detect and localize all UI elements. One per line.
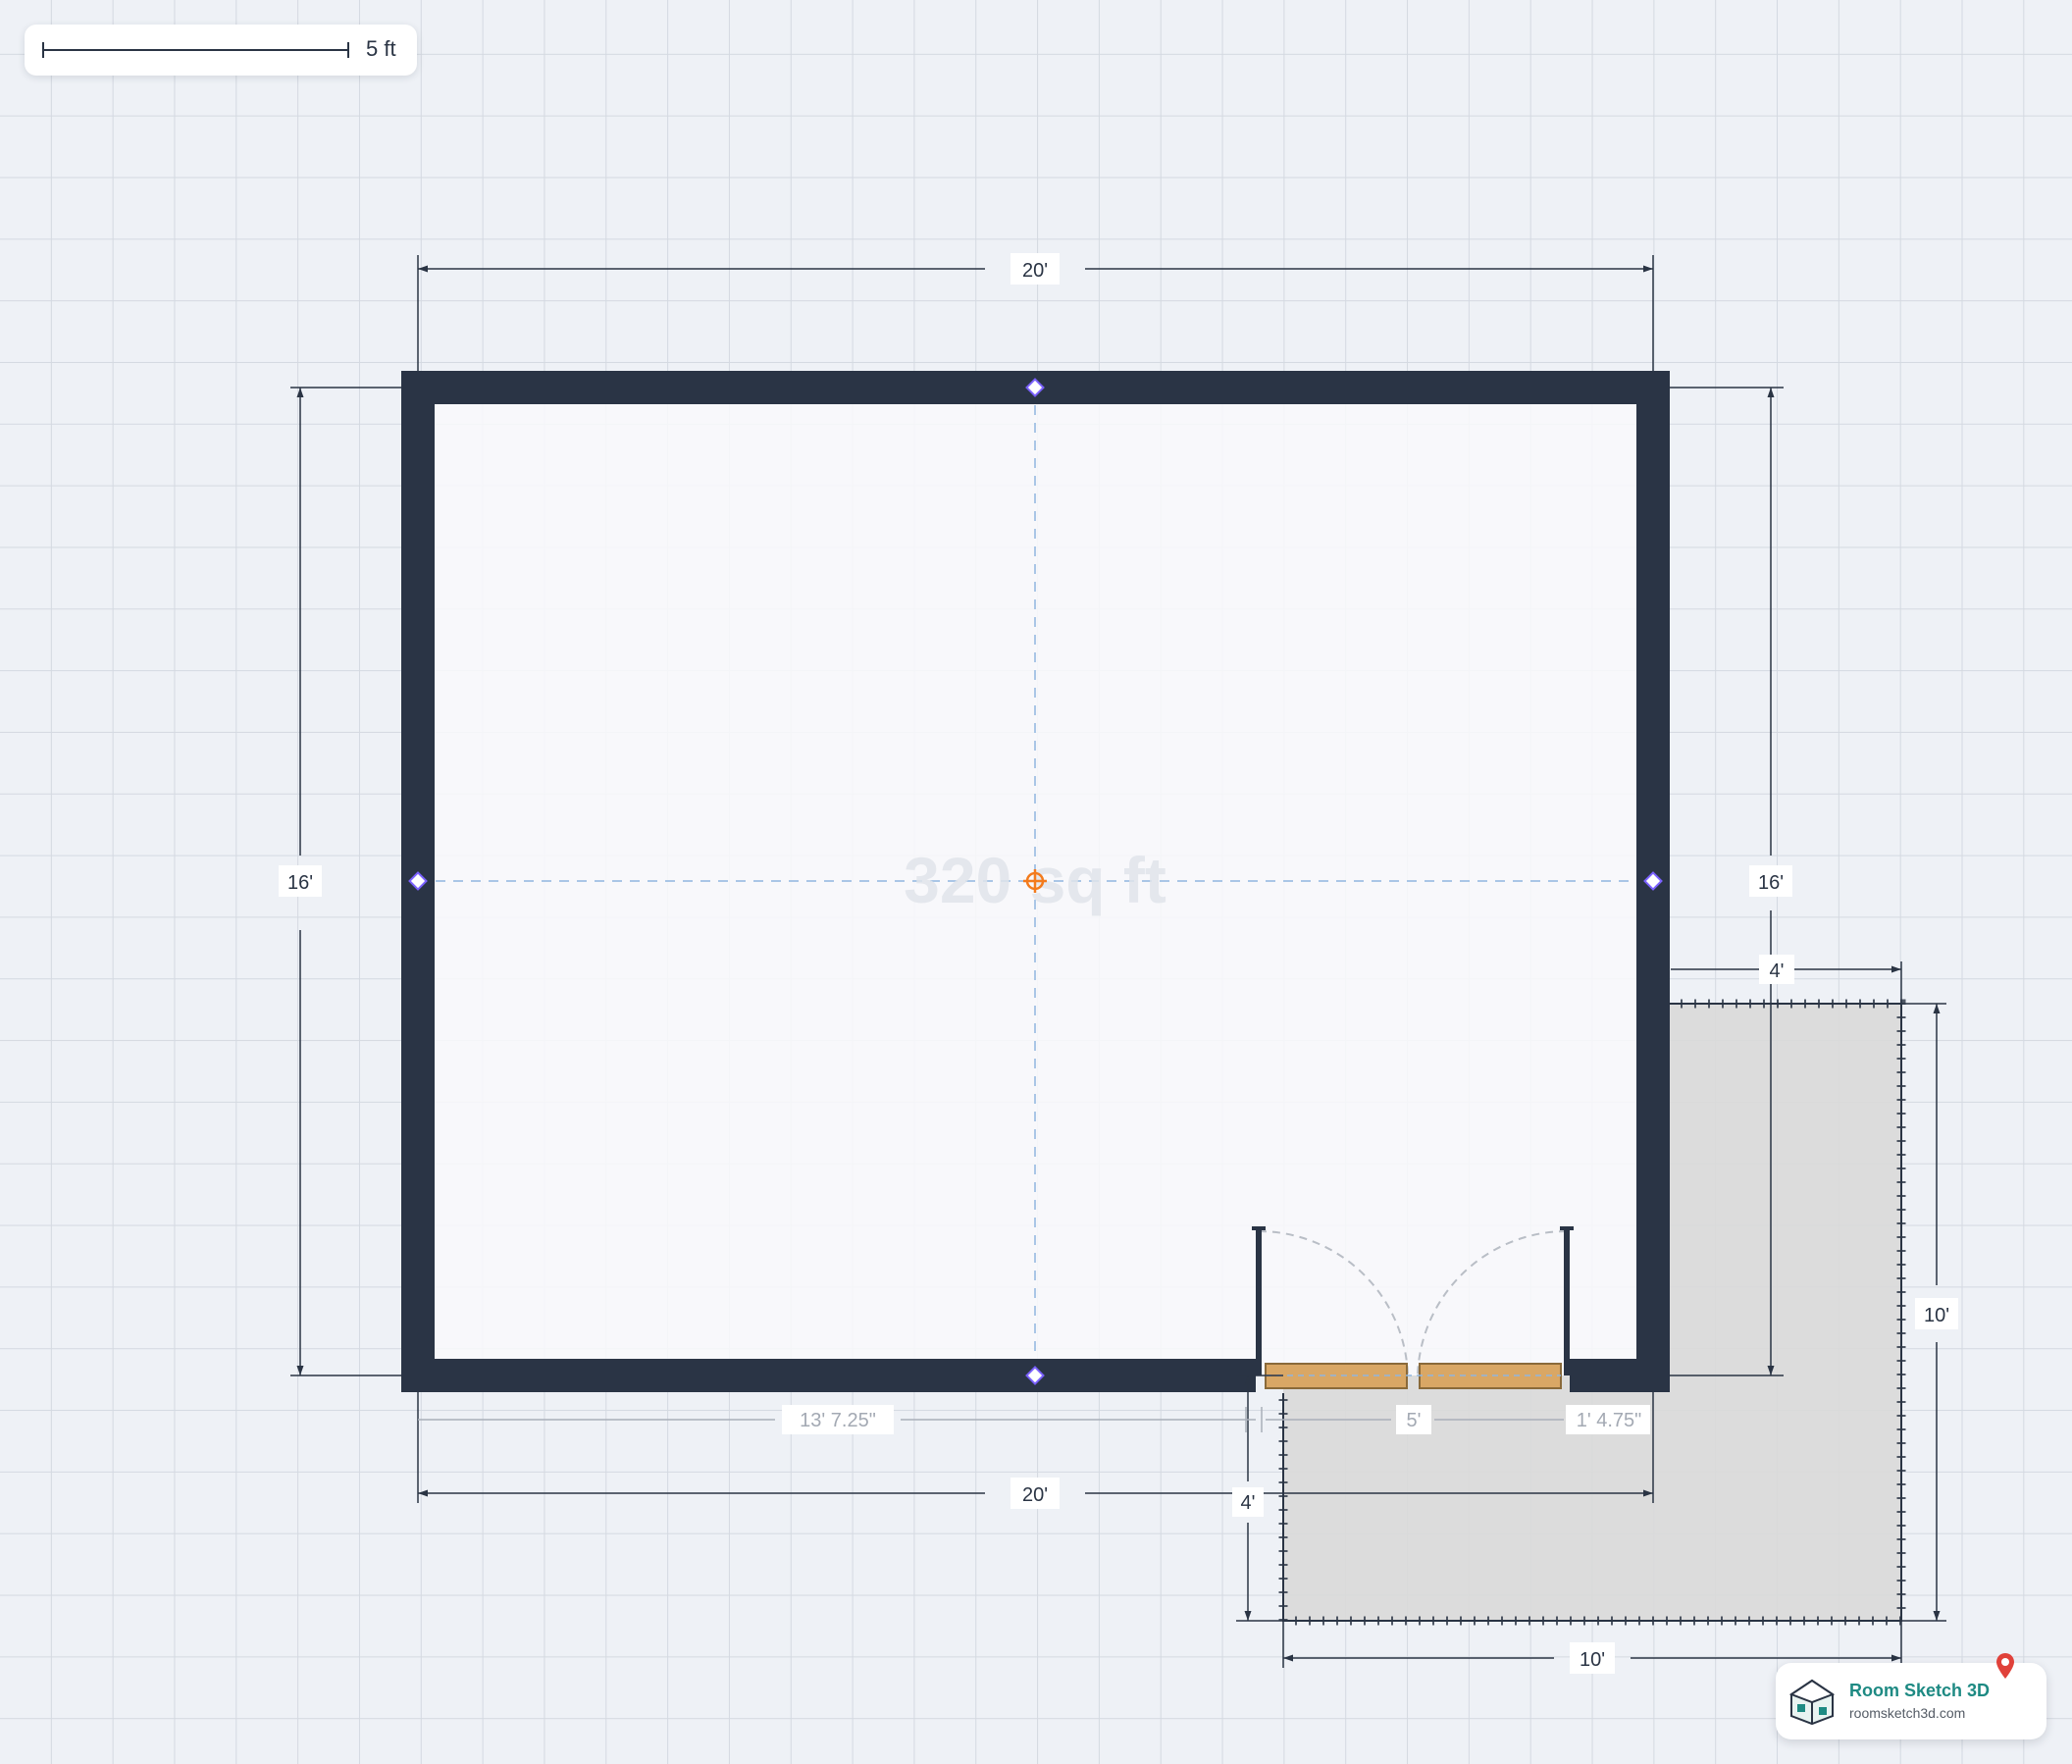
dim-right-height: 16' xyxy=(1758,872,1784,894)
door-leaf-right[interactable] xyxy=(1564,1228,1570,1375)
dim-zone-below-extent: 4' xyxy=(1241,1492,1256,1514)
floor-plan-canvas[interactable]: 320 sq ft 20' 16' 16' 20' 13' 7.25" 5' 1… xyxy=(0,0,2072,1764)
brand-url[interactable]: roomsketch3d.com xyxy=(1849,1705,1965,1721)
dim-door-left-offset: 13' 7.25" xyxy=(800,1410,876,1431)
dim-zone-height: 10' xyxy=(1924,1305,1949,1326)
scale-bar-label: 5 ft xyxy=(366,36,396,61)
house-logo-icon xyxy=(1788,1679,1836,1726)
scale-bar-tick-start xyxy=(42,42,44,58)
dim-zone-width: 10' xyxy=(1580,1649,1605,1671)
dim-door-width: 5' xyxy=(1407,1410,1422,1431)
scale-bar-tick-end xyxy=(347,42,349,58)
brand-badge[interactable]: Room Sketch 3D roomsketch3d.com xyxy=(1776,1653,2046,1739)
scale-bar: 5 ft xyxy=(25,25,417,76)
brand-name: Room Sketch 3D xyxy=(1849,1681,1991,1700)
wall-bottom-left[interactable] xyxy=(401,1359,1256,1392)
door-leaf-left[interactable] xyxy=(1256,1228,1262,1375)
dim-zone-right-extent: 4' xyxy=(1770,960,1785,982)
scale-bar-line xyxy=(42,49,348,51)
dim-bottom-width: 20' xyxy=(1022,1484,1048,1506)
dim-top-width: 20' xyxy=(1022,260,1048,282)
dim-left-height: 16' xyxy=(287,872,313,894)
wall-bottom-right[interactable] xyxy=(1570,1359,1670,1392)
map-pin-icon xyxy=(1996,1653,2014,1679)
dim-door-right-offset: 1' 4.75" xyxy=(1577,1410,1642,1431)
